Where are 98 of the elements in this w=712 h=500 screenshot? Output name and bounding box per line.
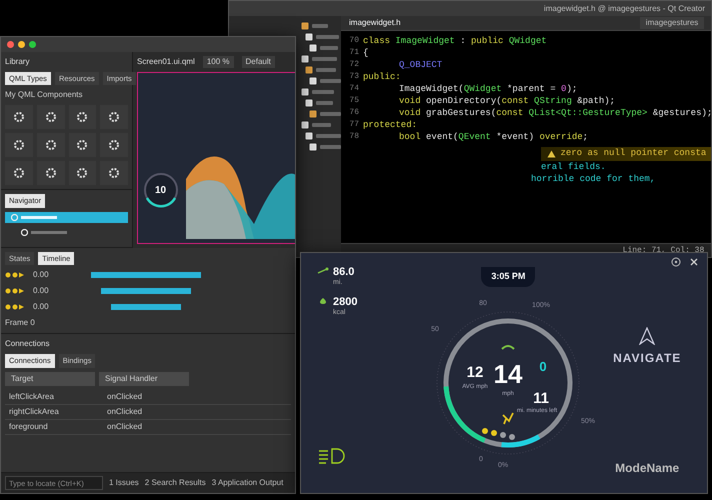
code-line: { bbox=[363, 47, 368, 59]
headlight-icon bbox=[317, 447, 347, 465]
property-value: 0.00 bbox=[33, 285, 50, 298]
code-line: void grabGestures(const QList<Qt::GestureType> &gestures); bbox=[398, 107, 711, 119]
code-line: public: bbox=[363, 71, 401, 83]
file-name-bar bbox=[316, 134, 341, 138]
folder-icon[interactable] bbox=[305, 66, 313, 74]
file-name-bar bbox=[316, 100, 333, 104]
time-label: 3:05 PM bbox=[481, 267, 536, 286]
table-cell-text: leftClickArea bbox=[9, 390, 55, 402]
panel-title: Library bbox=[5, 56, 30, 68]
document-tab[interactable]: Screen01.ui.qml bbox=[137, 56, 195, 68]
code-line: protected: bbox=[363, 119, 418, 131]
cursor-position: Line: 71, Col: 38 bbox=[622, 245, 704, 257]
code-comment-line: horrible code for them, bbox=[530, 172, 656, 184]
file-name-bar bbox=[312, 24, 328, 28]
column-header: Target bbox=[5, 372, 95, 386]
component-icon[interactable] bbox=[12, 111, 25, 124]
item-icon bbox=[11, 214, 18, 220]
code-line: void openDirectory(const QString &path); bbox=[398, 95, 616, 107]
close-icon[interactable] bbox=[689, 257, 699, 267]
mini-gauge-drawing bbox=[142, 171, 180, 209]
table-cell: onClicked bbox=[107, 420, 142, 432]
code-comment-line: eral fields. bbox=[540, 160, 607, 172]
file-name-bar bbox=[312, 56, 337, 60]
table-cell: onClicked bbox=[107, 390, 142, 402]
plug-icon bbox=[502, 412, 514, 424]
output-tab[interactable]: 3 Application Output bbox=[212, 477, 284, 489]
line-number: 75 bbox=[348, 95, 360, 107]
component-icon[interactable] bbox=[12, 139, 25, 152]
zoom-selector[interactable]: 100 % bbox=[202, 56, 234, 68]
file-name-bar bbox=[320, 46, 338, 50]
component-icon[interactable] bbox=[44, 167, 57, 180]
line-number: 72 bbox=[348, 59, 360, 71]
window-title: imagewidget.h @ imagegestures - Qt Creator bbox=[229, 1, 711, 16]
speed-value: 14 bbox=[494, 358, 523, 388]
file-name-bar bbox=[312, 90, 334, 94]
mode-name: ModeName bbox=[615, 460, 680, 477]
component-icon[interactable] bbox=[44, 139, 57, 152]
average-speed-value: 12 bbox=[467, 364, 484, 380]
column-header: Signal Handler bbox=[99, 372, 189, 386]
keyframe-icon[interactable] bbox=[5, 288, 25, 294]
file-name-bar bbox=[316, 68, 336, 72]
file-name-bar bbox=[316, 34, 339, 38]
line-number: 73 bbox=[348, 71, 360, 83]
charge-value: 0 bbox=[540, 358, 547, 374]
gauge-value: 10 bbox=[155, 184, 166, 198]
keyframe-icon[interactable] bbox=[5, 304, 25, 310]
navigation-arrow-icon[interactable] bbox=[639, 327, 656, 345]
code-line: bool event(QEvent *event) override; bbox=[398, 131, 588, 143]
warning-annotation: zero as null pointer consta bbox=[541, 147, 711, 160]
folder-icon[interactable] bbox=[301, 22, 309, 30]
component-icon[interactable] bbox=[76, 139, 88, 152]
warning-icon bbox=[547, 150, 556, 158]
file-name-bar bbox=[320, 112, 341, 116]
component-icon[interactable] bbox=[108, 167, 120, 180]
code-line: ImageWidget(QWidget *parent = 0); bbox=[398, 83, 578, 95]
timeline-bar bbox=[111, 304, 181, 310]
line-number: 78 bbox=[348, 131, 360, 143]
output-tab[interactable]: 1 Issues bbox=[109, 477, 139, 489]
component-icon[interactable] bbox=[44, 111, 57, 124]
section-header[interactable]: My QML Components bbox=[5, 89, 128, 102]
component-icon[interactable] bbox=[12, 167, 25, 180]
selected-tree-row[interactable] bbox=[5, 212, 128, 222]
panel-title: Connections bbox=[5, 338, 50, 350]
frame-label: Frame 0 bbox=[5, 317, 36, 330]
item-icon bbox=[21, 228, 28, 236]
component-icon[interactable] bbox=[108, 111, 120, 124]
line-number: 70 bbox=[348, 35, 360, 47]
distance-value: 11 bbox=[533, 390, 550, 406]
state-selector[interactable]: Default bbox=[242, 56, 275, 68]
file-name-bar bbox=[312, 122, 331, 126]
table-cell-text: foreground bbox=[9, 420, 49, 432]
code-line: Q_OBJECT bbox=[398, 59, 442, 71]
property-value: 0.00 bbox=[33, 301, 50, 314]
code-line: class ImageWidget : public QWidget bbox=[363, 35, 547, 47]
file-name-bar bbox=[320, 78, 341, 82]
file-name-bar bbox=[320, 144, 341, 148]
line-number: 76 bbox=[348, 107, 360, 119]
stat-value: 86.0 bbox=[333, 267, 354, 278]
component-icon[interactable] bbox=[76, 111, 88, 124]
file-tab[interactable]: imagewidget.h bbox=[349, 17, 401, 29]
keyframe-icon[interactable] bbox=[5, 272, 25, 278]
project-selector[interactable]: imagegestures bbox=[640, 17, 704, 29]
stat-value: 2800 bbox=[333, 296, 358, 308]
component-icon[interactable] bbox=[76, 167, 88, 180]
folder-icon[interactable] bbox=[309, 110, 317, 118]
property-value: 0.00 bbox=[33, 269, 50, 282]
table-cell-text: rightClickArea bbox=[9, 406, 60, 418]
line-number: 71 bbox=[348, 47, 360, 59]
info-icon[interactable] bbox=[671, 257, 681, 267]
leaf-icon bbox=[317, 296, 329, 304]
line-number: 77 bbox=[348, 119, 360, 131]
output-tab[interactable]: 2 Search Results bbox=[144, 477, 206, 489]
line-number: 74 bbox=[348, 83, 360, 95]
table-cell: onClicked bbox=[107, 406, 142, 418]
component-icon[interactable] bbox=[108, 139, 120, 152]
navigate-label[interactable]: NAVIGATE bbox=[613, 349, 682, 367]
